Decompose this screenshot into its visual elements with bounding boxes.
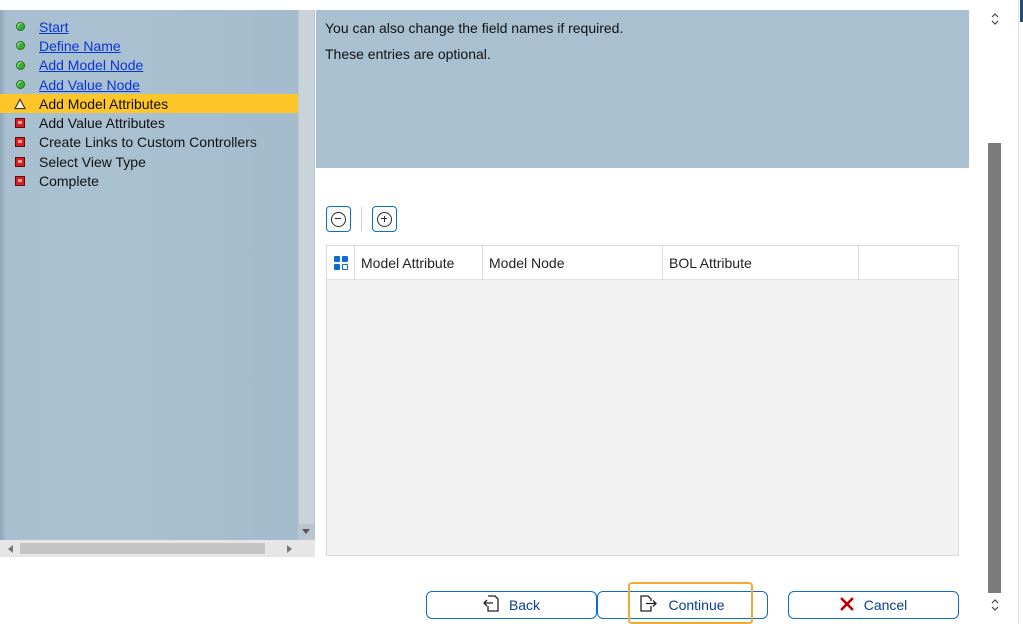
column-header-empty xyxy=(859,246,957,280)
wizard-step-label[interactable]: Define Name xyxy=(39,38,121,54)
wizard-step-complete: Complete xyxy=(0,171,298,190)
scroll-up-chevron-icon[interactable] xyxy=(990,12,1000,27)
wizard-step-create-links: Create Links to Custom Controllers xyxy=(0,133,298,152)
column-header-bol-attribute[interactable]: BOL Attribute xyxy=(663,246,859,280)
wizard-step-label: Complete xyxy=(39,173,99,190)
steps-horizontal-scrollbar[interactable] xyxy=(0,540,298,557)
wizard-step-select-view-type: Select View Type xyxy=(0,152,298,171)
wizard-step-add-value-node[interactable]: Add Value Node xyxy=(0,75,298,94)
step-pending-icon xyxy=(14,117,26,129)
toolbar-separator xyxy=(361,207,362,231)
cancel-label: Cancel xyxy=(863,597,908,613)
table-toolbar xyxy=(326,206,397,232)
table-settings-icon[interactable] xyxy=(333,256,348,270)
step-pending-icon xyxy=(14,136,26,148)
scroll-left-arrow-icon[interactable] xyxy=(8,545,13,553)
instruction-text: You can also change the field names if r… xyxy=(325,20,624,36)
step-done-icon xyxy=(14,59,26,71)
instructions-box: You can also change the field names if r… xyxy=(316,10,969,168)
column-header-model-node[interactable]: Model Node xyxy=(483,246,663,280)
step-done-icon xyxy=(14,40,26,52)
scroll-down-chevron-icon[interactable] xyxy=(990,598,1000,613)
wizard-step-label[interactable]: Add Value Node xyxy=(39,77,140,93)
plus-circle-icon xyxy=(377,211,392,227)
step-done-icon xyxy=(14,79,26,91)
warning-triangle-icon xyxy=(14,98,26,110)
wizard-step-label: Add Value Attributes xyxy=(39,115,165,132)
page-vertical-scrollbar[interactable] xyxy=(980,0,1010,624)
wizard-steps-panel: Start Define Name Add Model Node Add Val… xyxy=(0,10,315,557)
scrollbar-thumb[interactable] xyxy=(20,543,265,554)
scrollbar-thumb[interactable] xyxy=(299,10,314,524)
back-icon xyxy=(483,595,499,615)
wizard-step-define-name[interactable]: Define Name xyxy=(0,36,298,55)
wizard-step-label: Select View Type xyxy=(39,153,146,170)
step-pending-icon xyxy=(14,175,26,187)
minus-circle-icon xyxy=(331,211,346,227)
remove-row-button[interactable] xyxy=(326,206,351,232)
model-attributes-table: Model Attribute Model Node BOL Attribute xyxy=(326,245,959,556)
wizard-step-label[interactable]: Start xyxy=(39,19,69,35)
table-header: Model Attribute Model Node BOL Attribute xyxy=(327,246,958,280)
column-header-model-attribute[interactable]: Model Attribute xyxy=(355,246,483,280)
wizard-step-add-value-attributes: Add Value Attributes xyxy=(0,113,298,132)
close-icon xyxy=(839,597,854,613)
wizard-step-label: Create Links to Custom Controllers xyxy=(39,134,257,151)
step-done-icon xyxy=(14,21,26,33)
wizard-step-list: Start Define Name Add Model Node Add Val… xyxy=(0,17,298,191)
continue-label: Continue xyxy=(668,597,725,613)
wizard-step-label[interactable]: Add Model Node xyxy=(39,57,143,73)
scroll-down-arrow-icon[interactable] xyxy=(302,529,310,534)
wizard-step-start[interactable]: Start xyxy=(0,17,298,36)
window-edge-strip xyxy=(1018,0,1023,624)
scrollbar-corner xyxy=(298,540,315,557)
instruction-text: These entries are optional. xyxy=(325,46,491,62)
continue-button[interactable]: Continue xyxy=(597,591,768,619)
steps-vertical-scrollbar[interactable] xyxy=(298,10,315,540)
select-all-cell[interactable] xyxy=(327,246,355,280)
continue-icon xyxy=(640,595,658,615)
back-button[interactable]: Back xyxy=(426,591,597,619)
scrollbar-thumb[interactable] xyxy=(988,143,1001,593)
cancel-button[interactable]: Cancel xyxy=(788,591,959,619)
wizard-step-label: Add Model Attributes xyxy=(39,95,169,112)
wizard-step-add-model-attributes: Add Model Attributes xyxy=(0,94,298,114)
step-pending-icon xyxy=(14,156,26,168)
scroll-right-arrow-icon[interactable] xyxy=(287,545,292,553)
add-row-button[interactable] xyxy=(372,206,397,232)
back-label: Back xyxy=(508,597,541,613)
wizard-step-add-model-node[interactable]: Add Model Node xyxy=(0,56,298,75)
